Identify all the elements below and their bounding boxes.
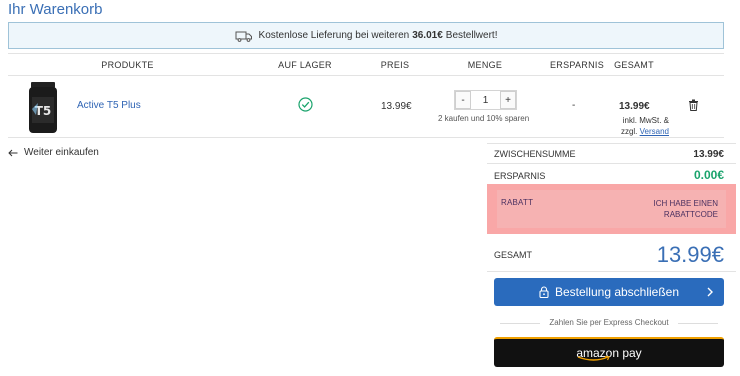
subtotal-label: ZWISCHENSUMME (494, 149, 576, 159)
chevron-right-icon (707, 287, 713, 297)
grand-total-label: GESAMT (494, 250, 533, 260)
quantity-increase-button[interactable]: + (500, 91, 516, 109)
divider (487, 163, 736, 164)
item-price: 13.99€ (381, 101, 412, 112)
divider (8, 53, 724, 54)
discount-label: RABATT (501, 198, 534, 207)
divider (487, 271, 736, 272)
quantity-stepper: - 1 + (454, 90, 517, 110)
amazon-smile-icon (577, 356, 610, 361)
tax-note: inkl. MwSt. & zzgl. Versand (609, 115, 669, 137)
continue-shopping-label: Weiter einkaufen (24, 147, 99, 158)
truck-icon (235, 31, 252, 42)
divider (8, 75, 724, 76)
header-products: PRODUKTE (101, 60, 154, 70)
discount-section: RABATT ICH HABE EINEN RABATTCODE (487, 184, 736, 234)
divider (487, 143, 736, 144)
shipping-info-link[interactable]: Versand (640, 127, 669, 136)
arrow-left-icon (8, 149, 18, 156)
header-quantity: MENGE (467, 60, 503, 70)
product-name-link[interactable]: Active T5 Plus (77, 100, 141, 111)
tax-note-line2: zzgl. Versand (609, 126, 669, 137)
express-checkout-label: Zahlen Sie per Express Checkout (494, 318, 724, 327)
free-shipping-banner: Kostenlose Lieferung bei weiteren 36.01€… (8, 22, 724, 49)
item-savings: - (572, 100, 576, 111)
check-circle-icon (298, 97, 313, 112)
lock-icon (539, 286, 549, 298)
shipping-text-end: Bestellwert! (445, 30, 498, 41)
quantity-decrease-button[interactable]: - (455, 91, 471, 109)
shipping-text: Kostenlose Lieferung bei weiteren (258, 30, 410, 41)
product-image[interactable]: T5 (24, 79, 62, 135)
continue-shopping-link[interactable]: Weiter einkaufen (8, 147, 99, 158)
quantity-input[interactable]: 1 (471, 91, 500, 109)
divider (8, 137, 724, 138)
amazon-pay-button[interactable]: amazon pay (494, 337, 724, 367)
grand-total-value: 13.99€ (656, 242, 724, 267)
discount-code-link[interactable]: ICH HABE EINEN RABATTCODE (628, 198, 718, 220)
savings-row: ERSPARNIS 0.00€ (494, 168, 724, 182)
tax-note-line: inkl. MwSt. & (622, 116, 669, 125)
item-total: 13.99€ (619, 101, 650, 112)
shipping-amount: 36.01€ (412, 30, 443, 41)
header-savings: ERSPARNIS (549, 60, 605, 70)
header-total: GESAMT (614, 60, 654, 70)
header-price: PREIS (380, 60, 410, 70)
place-order-label: Bestellung abschließen (554, 285, 680, 299)
quantity-promo-hint: 2 kaufen und 10% sparen (438, 114, 530, 123)
header-in-stock: AUF LAGER (278, 60, 332, 70)
table-header: PRODUKTE AUF LAGER PREIS MENGE ERSPARNIS… (0, 60, 740, 74)
place-order-button[interactable]: Bestellung abschließen (494, 278, 724, 306)
page-title: Ihr Warenkorb (8, 1, 103, 18)
trash-icon[interactable] (688, 99, 699, 111)
subtotal-value: 13.99€ (693, 149, 724, 160)
tax-note-prefix: zzgl. (620, 127, 638, 136)
subtotal-row: ZWISCHENSUMME 13.99€ (494, 149, 724, 160)
savings-label: ERSPARNIS (494, 171, 546, 181)
savings-value: 0.00€ (693, 168, 724, 182)
